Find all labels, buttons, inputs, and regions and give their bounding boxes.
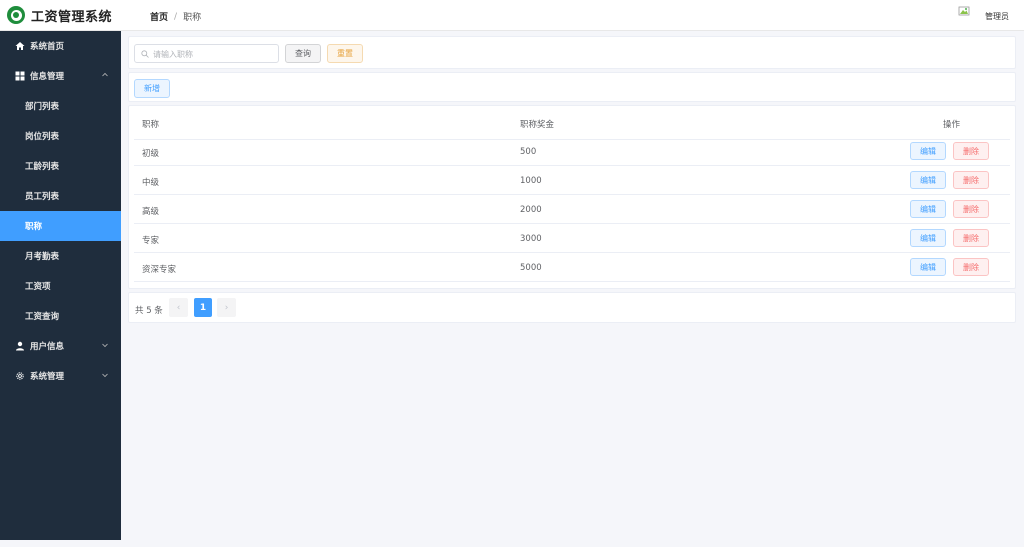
breadcrumb-separator: / <box>174 11 178 22</box>
sidebar-item-label: 系统首页 <box>30 42 65 52</box>
sidebar-item-home[interactable]: 系统首页 <box>0 31 121 61</box>
edit-button[interactable]: 编辑 <box>910 229 946 247</box>
delete-button[interactable]: 删除 <box>953 200 989 218</box>
sidebar-item-label: 职称 <box>25 222 43 232</box>
column-header-bonus: 职称奖金 <box>520 120 555 130</box>
search-input[interactable] <box>153 48 273 60</box>
sidebar-item-departments[interactable]: 部门列表 <box>0 91 121 121</box>
table-row: 高级 2000 编辑 删除 <box>134 195 1010 224</box>
table-header: 职称 职称奖金 操作 <box>134 106 1010 140</box>
table-row: 资深专家 5000 编辑 删除 <box>134 253 1010 282</box>
edit-button[interactable]: 编辑 <box>910 171 946 189</box>
sidebar-item-label: 工资查询 <box>25 312 60 322</box>
chevron-up-icon <box>102 72 108 77</box>
home-icon <box>15 42 25 50</box>
delete-button[interactable]: 删除 <box>953 142 989 160</box>
sidebar-item-info-management[interactable]: 信息管理 <box>0 61 121 91</box>
cell-title: 初级 <box>142 149 160 159</box>
reset-button[interactable]: 重置 <box>327 44 363 63</box>
sidebar-item-seniority[interactable]: 工龄列表 <box>0 151 121 181</box>
edit-button[interactable]: 编辑 <box>910 258 946 276</box>
sidebar-item-system-management[interactable]: 系统管理 <box>0 361 121 391</box>
delete-button[interactable]: 删除 <box>953 171 989 189</box>
sidebar-item-label: 工资项 <box>25 282 51 292</box>
edit-button[interactable]: 编辑 <box>910 200 946 218</box>
column-header-title: 职称 <box>142 120 160 130</box>
sidebar-item-label: 系统管理 <box>30 372 65 382</box>
cell-bonus: 2000 <box>520 205 542 215</box>
sidebar-item-label: 岗位列表 <box>25 132 60 142</box>
cell-bonus: 3000 <box>520 234 542 244</box>
delete-button[interactable]: 删除 <box>953 258 989 276</box>
gear-icon <box>16 372 24 380</box>
avatar-icon[interactable] <box>958 5 970 17</box>
toolbar-card: 新增 <box>128 72 1016 102</box>
breadcrumb: 首页 / 职称 <box>150 10 202 24</box>
cell-title: 专家 <box>142 236 160 246</box>
prev-page-button[interactable]: ‹ <box>169 298 188 317</box>
sidebar-item-user-info[interactable]: 用户信息 <box>0 331 121 361</box>
add-button[interactable]: 新增 <box>134 79 170 98</box>
pagination-total: 共 5 条 <box>135 306 163 316</box>
chevron-down-icon <box>102 373 108 378</box>
chevron-down-icon <box>102 343 108 348</box>
cell-title: 高级 <box>142 207 160 217</box>
cell-bonus: 500 <box>520 147 537 157</box>
sidebar-item-label: 信息管理 <box>30 72 65 82</box>
sidebar-item-employees[interactable]: 员工列表 <box>0 181 121 211</box>
breadcrumb-home[interactable]: 首页 <box>150 10 168 23</box>
table-row: 初级 500 编辑 删除 <box>134 137 1010 166</box>
sidebar-item-attendance[interactable]: 月考勤表 <box>0 241 121 271</box>
table-card: 职称 职称奖金 操作 初级 500 编辑 删除 中级 1000 编辑 删除 高级… <box>128 105 1016 289</box>
cell-bonus: 1000 <box>520 176 542 186</box>
logo-icon <box>7 6 25 24</box>
sidebar-item-positions[interactable]: 岗位列表 <box>0 121 121 151</box>
sidebar-item-label: 部门列表 <box>25 102 60 112</box>
cell-bonus: 5000 <box>520 263 542 273</box>
sidebar-item-label: 月考勤表 <box>25 252 60 262</box>
search-card: 查询 重置 <box>128 36 1016 69</box>
table-row: 专家 3000 编辑 删除 <box>134 224 1010 253</box>
next-page-button[interactable]: › <box>217 298 236 317</box>
sidebar-item-label: 工龄列表 <box>25 162 60 172</box>
column-header-actions: 操作 <box>943 120 961 130</box>
pagination-card: 共 5 条 ‹ 1 › <box>128 292 1016 323</box>
query-button[interactable]: 查询 <box>285 44 321 63</box>
sidebar-item-salary-query[interactable]: 工资查询 <box>0 301 121 331</box>
sidebar: 系统首页 信息管理 部门列表 岗位列表 工龄列表 员工列表 职称 月考勤表 工资… <box>0 31 121 540</box>
user-name[interactable]: 管理员 <box>985 11 1009 22</box>
app-brand: 工资管理系统 <box>7 5 112 25</box>
search-icon <box>141 50 149 58</box>
top-bar: 工资管理系统 首页 / 职称 管理员 <box>0 0 1024 31</box>
page-number-current[interactable]: 1 <box>194 298 212 317</box>
cell-title: 资深专家 <box>142 265 177 275</box>
app-title: 工资管理系统 <box>31 9 113 25</box>
table-row: 中级 1000 编辑 删除 <box>134 166 1010 195</box>
breadcrumb-current: 职称 <box>183 13 202 23</box>
cell-title: 中级 <box>142 178 160 188</box>
delete-button[interactable]: 删除 <box>953 229 989 247</box>
grid-icon <box>15 71 25 81</box>
sidebar-item-label: 员工列表 <box>25 192 60 202</box>
edit-button[interactable]: 编辑 <box>910 142 946 160</box>
sidebar-item-salary-items[interactable]: 工资项 <box>0 271 121 301</box>
search-field[interactable] <box>134 44 279 63</box>
sidebar-item-label: 用户信息 <box>30 342 65 352</box>
sidebar-item-job-titles[interactable]: 职称 <box>0 211 121 241</box>
user-icon <box>16 341 24 351</box>
